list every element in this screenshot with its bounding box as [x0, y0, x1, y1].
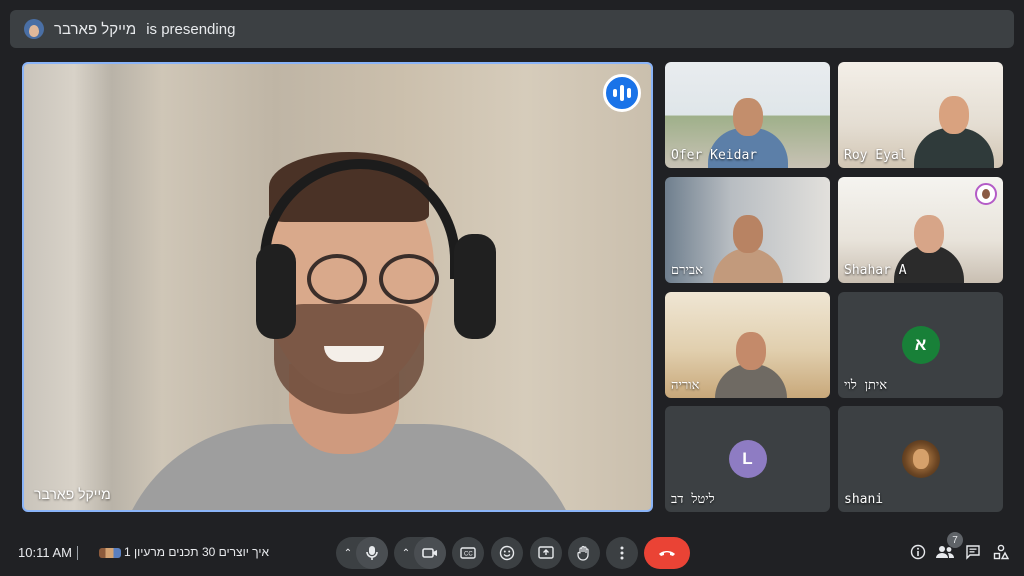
participant-tile[interactable]: shani	[838, 406, 1003, 512]
participant-name: איתן לוי	[844, 378, 888, 393]
participant-tile[interactable]: Shahar A	[838, 177, 1003, 283]
participant-name: ליטל דב	[671, 492, 715, 507]
participant-tile[interactable]: אבירם	[665, 177, 830, 283]
main-speaker-name: מייקל פארבר	[34, 486, 111, 502]
activities-button[interactable]	[990, 541, 1012, 563]
activities-icon	[993, 544, 1009, 560]
end-call-button[interactable]	[644, 537, 690, 569]
mic-button[interactable]	[356, 537, 388, 569]
divider	[77, 546, 78, 560]
present-icon	[538, 546, 554, 559]
participant-name: shani	[844, 492, 884, 507]
more-options-icon	[620, 546, 624, 560]
emoji-icon	[98, 547, 121, 558]
profile-badge-icon	[975, 183, 997, 205]
mic-group: ⌃	[336, 537, 388, 569]
presenter-name: מייקל פארבר	[54, 20, 137, 38]
captions-icon: CC	[460, 547, 476, 559]
meeting-info-button[interactable]	[907, 541, 929, 563]
participant-name: אבירם	[671, 263, 703, 278]
participant-name: Ofer Keidar	[671, 148, 758, 163]
presenter-avatar	[24, 19, 44, 39]
end-call-icon	[659, 551, 675, 556]
chat-button[interactable]	[962, 541, 984, 563]
emoji-reaction-button[interactable]	[491, 537, 523, 569]
mic-icon	[366, 546, 378, 560]
info-icon	[910, 544, 926, 560]
svg-text:CC: CC	[464, 552, 473, 558]
participant-name: אוריה	[671, 378, 700, 393]
speaking-indicator-icon	[603, 74, 641, 112]
emoji-icon	[499, 545, 515, 561]
raise-hand-button[interactable]	[568, 537, 600, 569]
camera-button[interactable]	[414, 537, 446, 569]
participant-tile[interactable]: א איתן לוי	[838, 292, 1003, 398]
participant-tile[interactable]: אוריה	[665, 292, 830, 398]
presenting-banner: מייקל פארבר is presending	[10, 10, 1014, 48]
meeting-title: איך יוצרים 30 תכנים מרעיון 1	[84, 545, 269, 559]
lion-avatar-icon	[901, 440, 940, 478]
participant-tile[interactable]: Roy Eyal	[838, 62, 1003, 168]
captions-button[interactable]: CC	[452, 537, 484, 569]
participant-tile[interactable]: L ליטל דב	[665, 406, 830, 512]
participant-avatar-initial: א	[901, 326, 940, 364]
participant-name: Shahar A	[844, 263, 907, 278]
presenting-text: is presending	[146, 20, 236, 38]
raise-hand-icon	[577, 545, 589, 561]
chat-icon	[966, 545, 980, 560]
participant-name: Roy Eyal	[844, 148, 907, 163]
more-options-button[interactable]	[606, 537, 638, 569]
participant-tile[interactable]: Ofer Keidar	[665, 62, 830, 168]
clock: 10:11 AM	[18, 545, 72, 560]
people-count-badge: 7	[947, 532, 963, 548]
participant-avatar-initial: L	[728, 440, 767, 478]
camera-group: ⌃	[394, 537, 446, 569]
present-button[interactable]	[530, 537, 562, 569]
main-speaker-tile[interactable]: מייקל פארבר	[22, 62, 653, 512]
camera-icon	[422, 548, 437, 558]
